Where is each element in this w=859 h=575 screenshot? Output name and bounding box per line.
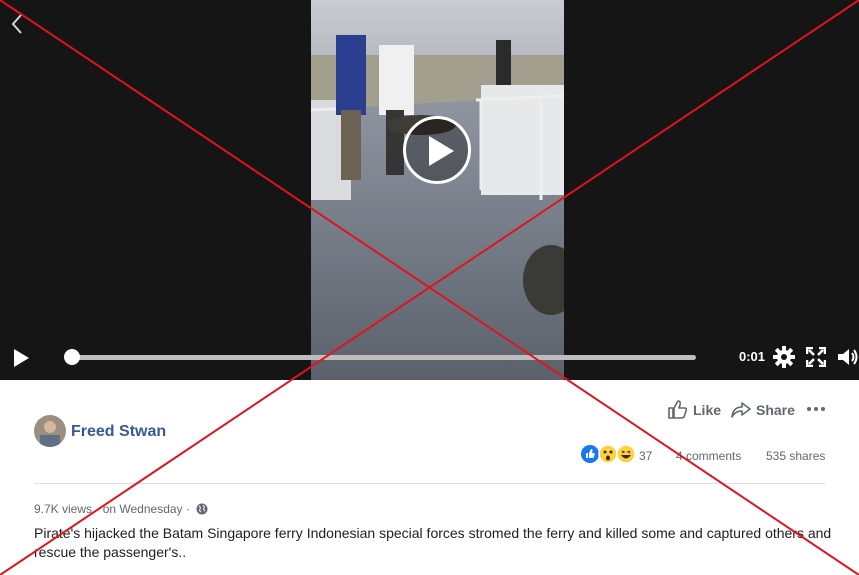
volume-icon[interactable] [837, 346, 859, 368]
progress-bar[interactable] [64, 349, 696, 365]
author-name[interactable]: Freed Stwan [71, 423, 166, 441]
video-frame [311, 0, 564, 380]
haha-reaction-icon [616, 444, 636, 464]
like-reaction-icon [581, 445, 599, 463]
shares-link[interactable]: 535 shares [766, 449, 825, 463]
view-count: 9.7K views [34, 501, 93, 516]
divider [34, 483, 825, 484]
play-circle-icon[interactable] [403, 116, 471, 184]
video-controls: 0:01 [0, 336, 859, 380]
gear-icon[interactable] [773, 346, 795, 368]
like-label: Like [693, 402, 722, 418]
share-label: Share [756, 402, 795, 418]
avatar[interactable] [34, 415, 66, 447]
chevron-left-icon[interactable] [9, 12, 25, 36]
post-caption: Pirate's hijacked the Batam Singapore fe… [34, 525, 832, 560]
progress-knob[interactable] [64, 349, 80, 365]
reaction-icons[interactable] [581, 444, 641, 464]
meta-separator: · [95, 501, 100, 516]
current-time: 0:01 [739, 349, 766, 364]
play-icon[interactable] [12, 348, 30, 368]
fullscreen-icon[interactable] [806, 347, 826, 367]
more-dots-icon[interactable] [806, 400, 826, 418]
share-arrow-icon [731, 402, 751, 418]
meta-separator-2: · [185, 501, 190, 516]
post-date[interactable]: on Wednesday [103, 502, 183, 516]
globe-icon [196, 503, 208, 515]
reaction-count[interactable]: 37 [639, 449, 652, 463]
thumbs-up-icon [668, 400, 688, 419]
post-meta: 9.7K views · on Wednesday · [34, 501, 208, 516]
video-player[interactable]: 0:01 [0, 0, 859, 380]
wow-reaction-icon [598, 444, 618, 464]
comments-link[interactable]: 4 comments [676, 449, 741, 463]
